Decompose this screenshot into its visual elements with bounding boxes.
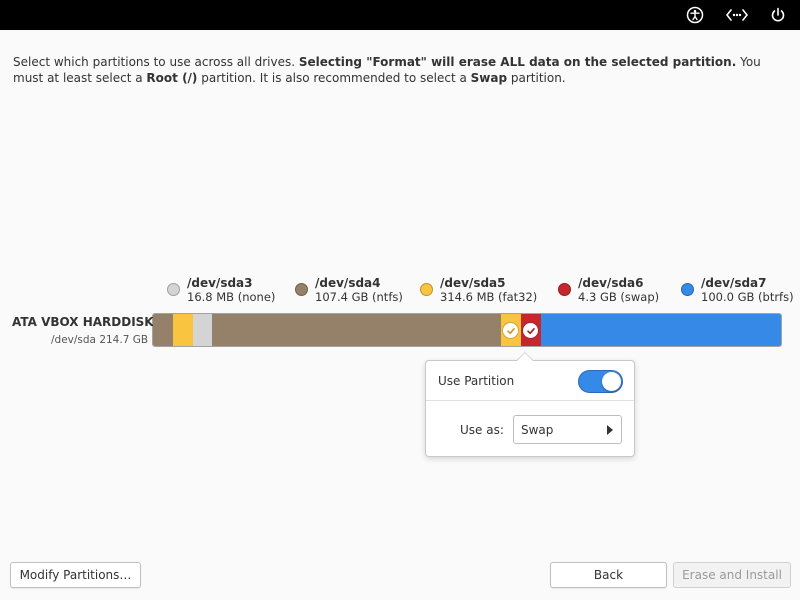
intro-warning: Selecting "Format" will erase ALL data o… — [298, 55, 737, 69]
partition-segment[interactable] — [173, 314, 193, 346]
accessibility-icon[interactable] — [684, 4, 706, 26]
color-dot-icon — [681, 283, 694, 296]
legend-info: 100.0 GB (btrfs) — [701, 290, 794, 304]
disk-subtitle: /dev/sda 214.7 GB — [51, 334, 149, 346]
use-as-value: Swap — [521, 423, 554, 437]
color-dot-icon — [295, 283, 308, 296]
modify-partitions-button[interactable]: Modify Partitions… — [10, 562, 141, 588]
partition-segment-sda3[interactable] — [193, 314, 212, 346]
partition-popover: Use Partition Use as: Swap — [425, 360, 635, 457]
intro-text: partition. It is also recommended to sel… — [197, 71, 471, 85]
use-as-label: Use as: — [460, 423, 504, 437]
check-icon — [523, 323, 538, 338]
partition-segment-sda5[interactable] — [501, 314, 521, 346]
partition-segment[interactable] — [153, 314, 173, 346]
top-bar — [0, 0, 800, 30]
use-partition-label: Use Partition — [438, 374, 515, 388]
network-icon[interactable] — [726, 4, 748, 26]
toggle-knob — [602, 372, 621, 391]
color-dot-icon — [420, 283, 433, 296]
erase-and-install-button[interactable]: Erase and Install — [673, 562, 791, 588]
partition-bar — [152, 313, 782, 347]
legend-name: /dev/sda5 — [440, 276, 506, 290]
color-dot-icon — [167, 283, 180, 296]
use-partition-toggle[interactable] — [578, 370, 623, 393]
use-as-select[interactable]: Swap — [513, 415, 622, 444]
intro-swap: Swap — [470, 71, 508, 85]
legend-info: 107.4 GB (ntfs) — [315, 290, 403, 304]
instructions-text: Select which partitions to use across al… — [13, 54, 793, 86]
intro-text: partition. — [507, 71, 566, 85]
menu-arrow-icon — [607, 425, 613, 435]
partition-segment-sda6[interactable] — [521, 314, 541, 346]
intro-root: Root (/) — [146, 71, 198, 85]
back-button[interactable]: Back — [550, 562, 667, 588]
partition-segment-sda4[interactable] — [212, 314, 501, 346]
legend-info: 4.3 GB (swap) — [578, 290, 660, 304]
popover-arrow-inner — [517, 353, 533, 361]
color-dot-icon — [558, 283, 571, 296]
legend-info: 16.8 MB (none) — [187, 290, 276, 304]
legend-info: 314.6 MB (fat32) — [440, 290, 538, 304]
check-icon — [503, 323, 518, 338]
legend-name: /dev/sda3 — [187, 276, 253, 290]
legend-name: /dev/sda6 — [578, 276, 644, 290]
legend-name: /dev/sda7 — [701, 276, 767, 290]
disk-title: ATA VBOX HARDDISK — [12, 315, 154, 329]
power-icon[interactable] — [767, 4, 789, 26]
partition-segment-sda7[interactable] — [541, 314, 781, 346]
intro-text: Select which partitions to use across al… — [13, 55, 299, 69]
legend-name: /dev/sda4 — [315, 276, 381, 290]
divider — [426, 400, 634, 401]
